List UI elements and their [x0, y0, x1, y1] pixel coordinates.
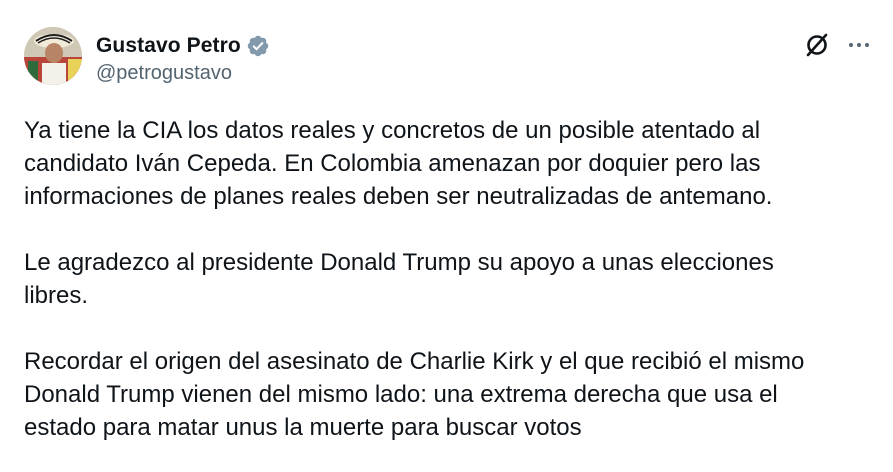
tweet-paragraph: Recordar el origen del asesinato de Char… — [24, 348, 805, 441]
verified-badge-icon[interactable] — [246, 34, 270, 58]
tweet-paragraph: Ya tiene la CIA los datos reales y concr… — [24, 117, 773, 210]
author-display-name[interactable]: Gustavo Petro — [96, 34, 241, 58]
tweet-card: Gustavo Petro @petrogustavo Ya tiene la … — [0, 0, 893, 472]
grok-icon[interactable] — [802, 30, 832, 60]
author-handle[interactable]: @petrogustavo — [96, 62, 232, 85]
author-name-row: Gustavo Petro — [96, 32, 270, 60]
more-options-icon[interactable] — [846, 30, 872, 60]
tweet-text: Ya tiene la CIA los datos reales y concr… — [24, 114, 874, 472]
avatar[interactable] — [24, 27, 82, 85]
tweet-paragraph: Le agradezco al presidente Donald Trump … — [24, 249, 774, 309]
